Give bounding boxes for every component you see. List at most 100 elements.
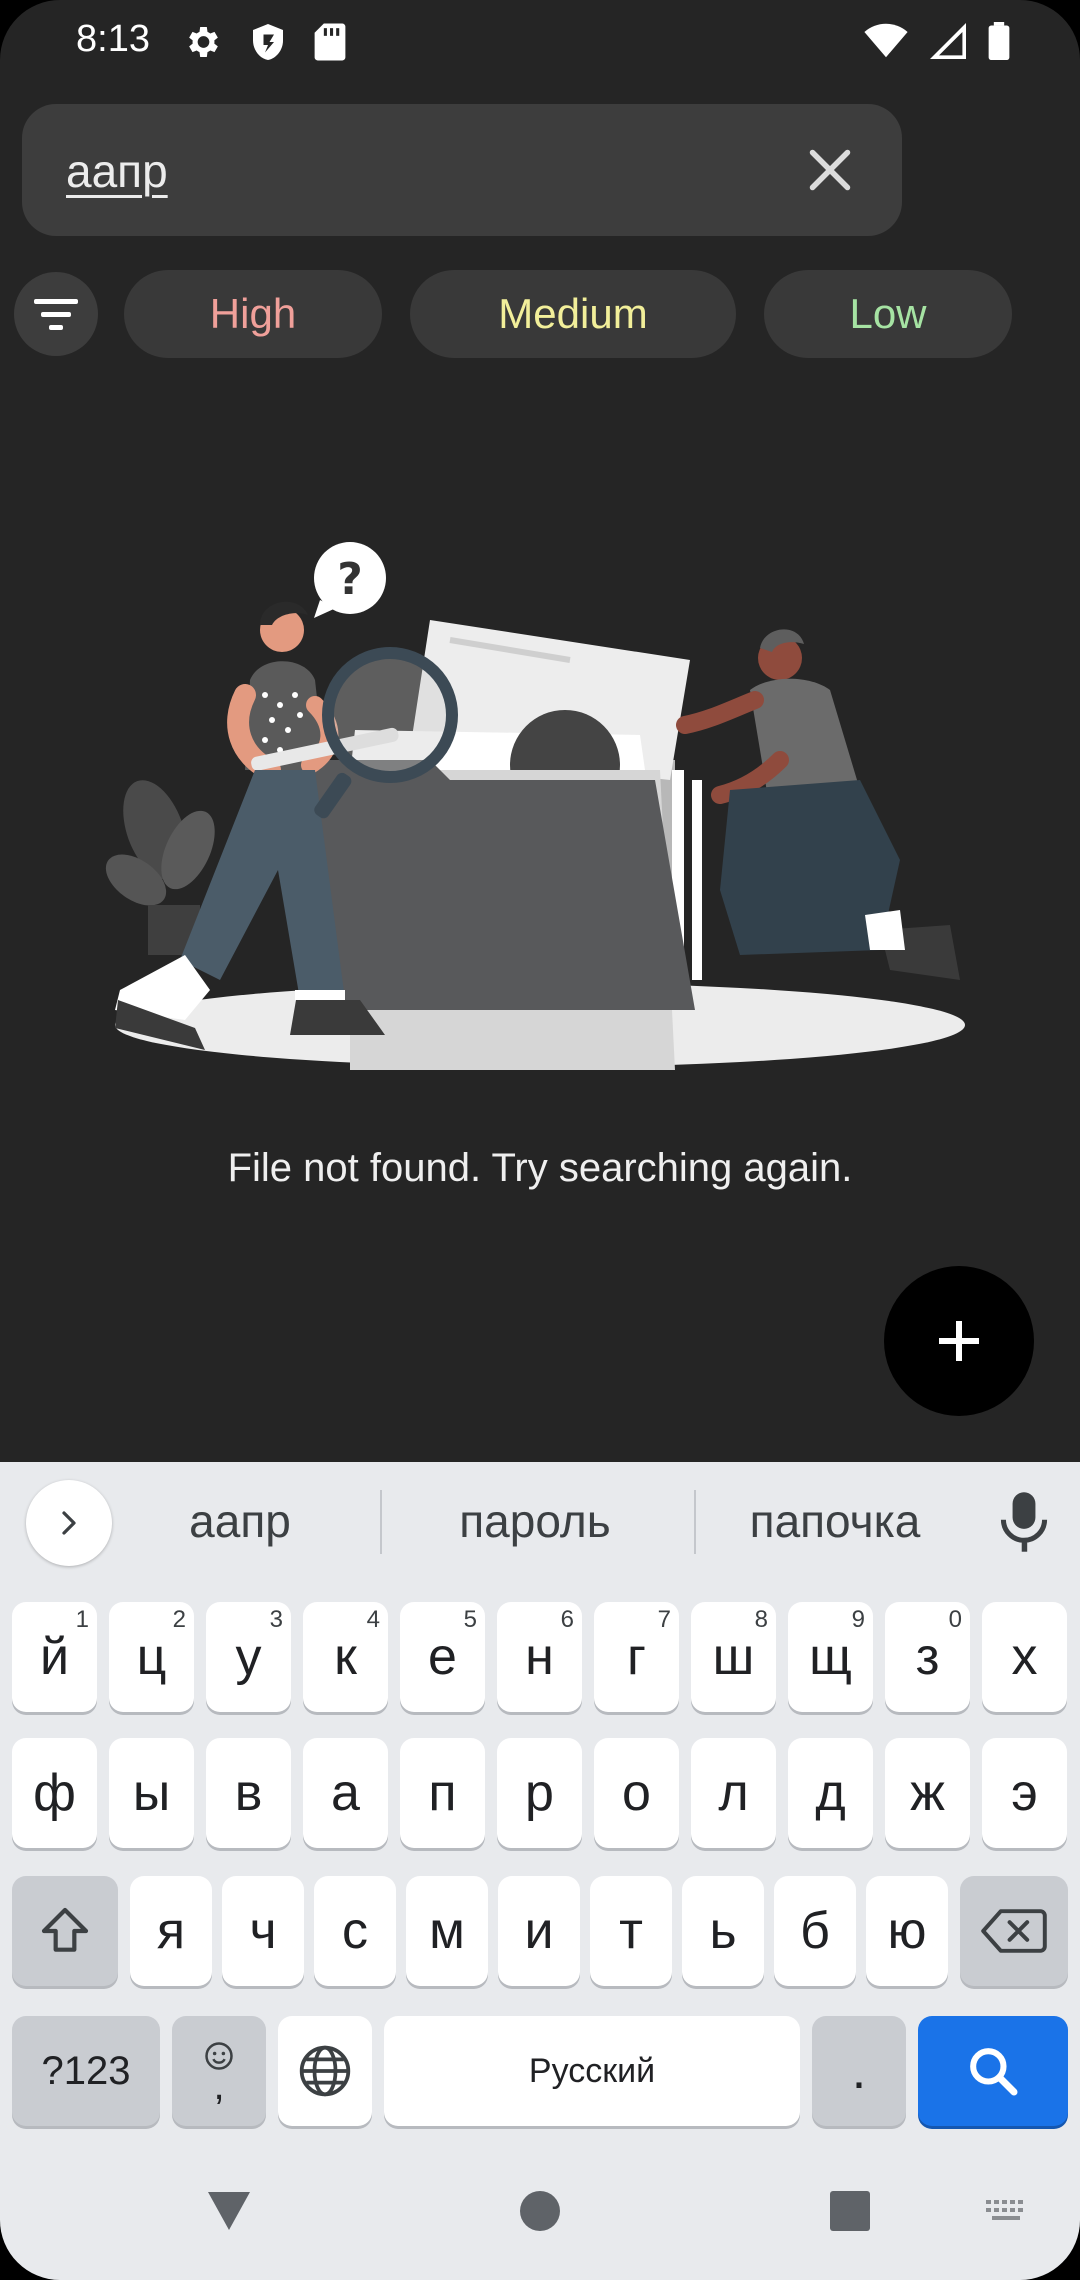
key-д[interactable]: д	[788, 1738, 873, 1848]
key-label: н	[525, 1628, 554, 1686]
clear-search-button[interactable]	[800, 140, 860, 200]
key-я[interactable]: я	[130, 1876, 212, 1986]
key-label: е	[428, 1628, 457, 1686]
status-time: 8:13	[76, 18, 150, 60]
search-icon	[970, 2048, 1018, 2096]
search-key[interactable]	[918, 2016, 1068, 2126]
shift-key[interactable]	[12, 1876, 118, 1986]
recents-icon[interactable]	[828, 2189, 872, 2233]
key-ш[interactable]: ш8	[691, 1602, 776, 1712]
key-ф[interactable]: ф	[12, 1738, 97, 1848]
suggestion-strip: аапр пароль папочка	[0, 1462, 1080, 1580]
key-с[interactable]: с	[314, 1876, 396, 1986]
key-ж[interactable]: ж	[885, 1738, 970, 1848]
key-label: ш	[712, 1628, 755, 1686]
key-row-3: я ч с м и т ь б ю	[0, 1876, 1080, 1990]
key-х[interactable]: х	[982, 1602, 1067, 1712]
key-row-2: ф ы в а п р о л д ж э	[0, 1738, 1080, 1852]
filter-icon	[34, 299, 78, 330]
suggestion-1[interactable]: аапр	[130, 1494, 350, 1548]
chip-high[interactable]: High	[124, 270, 382, 358]
voice-input-button[interactable]	[996, 1490, 1052, 1554]
add-button[interactable]	[884, 1266, 1034, 1416]
key-label: щ	[809, 1628, 852, 1686]
key-hint: 2	[172, 1606, 186, 1633]
key-т[interactable]: т	[590, 1876, 672, 1986]
empty-state-message: File not found. Try searching again.	[227, 1146, 853, 1190]
key-м[interactable]: м	[406, 1876, 488, 1986]
key-ы[interactable]: ы	[109, 1738, 194, 1848]
key-ц[interactable]: ц2	[109, 1602, 194, 1712]
key-н[interactable]: н6	[497, 1602, 582, 1712]
navigation-bar	[0, 2150, 1080, 2280]
key-з[interactable]: з0	[885, 1602, 970, 1712]
battery-icon	[988, 22, 1010, 60]
key-hint: 1	[75, 1606, 89, 1633]
key-в[interactable]: в	[206, 1738, 291, 1848]
space-key[interactable]: Русский	[384, 2016, 800, 2126]
key-hint: 6	[560, 1606, 574, 1633]
keyboard-switch-icon[interactable]	[984, 2198, 1030, 2228]
key-э[interactable]: э	[982, 1738, 1067, 1848]
key-р[interactable]: р	[497, 1738, 582, 1848]
key-п[interactable]: п	[400, 1738, 485, 1848]
back-icon[interactable]	[204, 2188, 254, 2234]
key-ь[interactable]: ь	[682, 1876, 764, 1986]
key-label: х	[1011, 1628, 1038, 1686]
wifi-icon	[864, 23, 908, 58]
status-bar: 8:13	[0, 0, 1080, 90]
expand-toolbar-button[interactable]	[26, 1480, 112, 1566]
status-icons-left	[182, 22, 346, 62]
suggestion-3[interactable]: папочка	[710, 1494, 960, 1548]
close-icon	[809, 149, 851, 191]
key-о[interactable]: о	[594, 1738, 679, 1848]
comma-label: ,	[213, 2064, 225, 2108]
file-search-illustration: ?	[105, 542, 965, 1070]
shift-icon	[41, 1907, 89, 1952]
symbols-key[interactable]: ?123	[12, 2016, 160, 2126]
key-hint: 0	[948, 1606, 962, 1633]
suggestion-divider	[694, 1490, 696, 1554]
chip-low[interactable]: Low	[764, 270, 1012, 358]
key-к[interactable]: к4	[303, 1602, 388, 1712]
key-ю[interactable]: ю	[866, 1876, 948, 1986]
key-ч[interactable]: ч	[222, 1876, 304, 1986]
key-й[interactable]: й1	[12, 1602, 97, 1712]
signal-icon	[930, 23, 966, 59]
key-а[interactable]: а	[303, 1738, 388, 1848]
key-hint: 8	[754, 1606, 768, 1633]
backspace-icon	[981, 1909, 1047, 1953]
key-е[interactable]: е5	[400, 1602, 485, 1712]
suggestion-divider	[380, 1490, 382, 1554]
search-input[interactable]: аапр	[22, 104, 902, 236]
man-figure	[676, 629, 960, 980]
key-г[interactable]: г7	[594, 1602, 679, 1712]
key-hint: 7	[657, 1606, 671, 1633]
key-label: к	[334, 1628, 357, 1686]
key-б[interactable]: б	[774, 1876, 856, 1986]
key-щ[interactable]: щ9	[788, 1602, 873, 1712]
search-query: аапр	[66, 145, 168, 197]
key-hint: 3	[269, 1606, 283, 1633]
svg-text:?: ?	[337, 554, 363, 605]
question-bubble: ?	[314, 542, 386, 618]
emoji-comma-key[interactable]: ,	[172, 2016, 266, 2126]
sd-card-icon	[314, 23, 346, 61]
mic-icon	[1000, 1492, 1048, 1552]
key-hint: 4	[366, 1606, 380, 1633]
backspace-key[interactable]	[960, 1876, 1068, 1986]
key-label: з	[915, 1628, 940, 1686]
key-у[interactable]: у3	[206, 1602, 291, 1712]
home-icon[interactable]	[519, 2190, 561, 2232]
key-hint: 9	[851, 1606, 865, 1633]
language-key[interactable]	[278, 2016, 372, 2126]
shield-icon	[253, 24, 283, 60]
key-л[interactable]: л	[691, 1738, 776, 1848]
chip-medium[interactable]: Medium	[410, 270, 736, 358]
filter-button[interactable]	[14, 272, 98, 356]
key-и[interactable]: и	[498, 1876, 580, 1986]
key-label: г	[627, 1628, 646, 1686]
period-key[interactable]: .	[812, 2016, 906, 2126]
status-icons-right	[864, 22, 1010, 60]
suggestion-2[interactable]: пароль	[400, 1494, 670, 1548]
